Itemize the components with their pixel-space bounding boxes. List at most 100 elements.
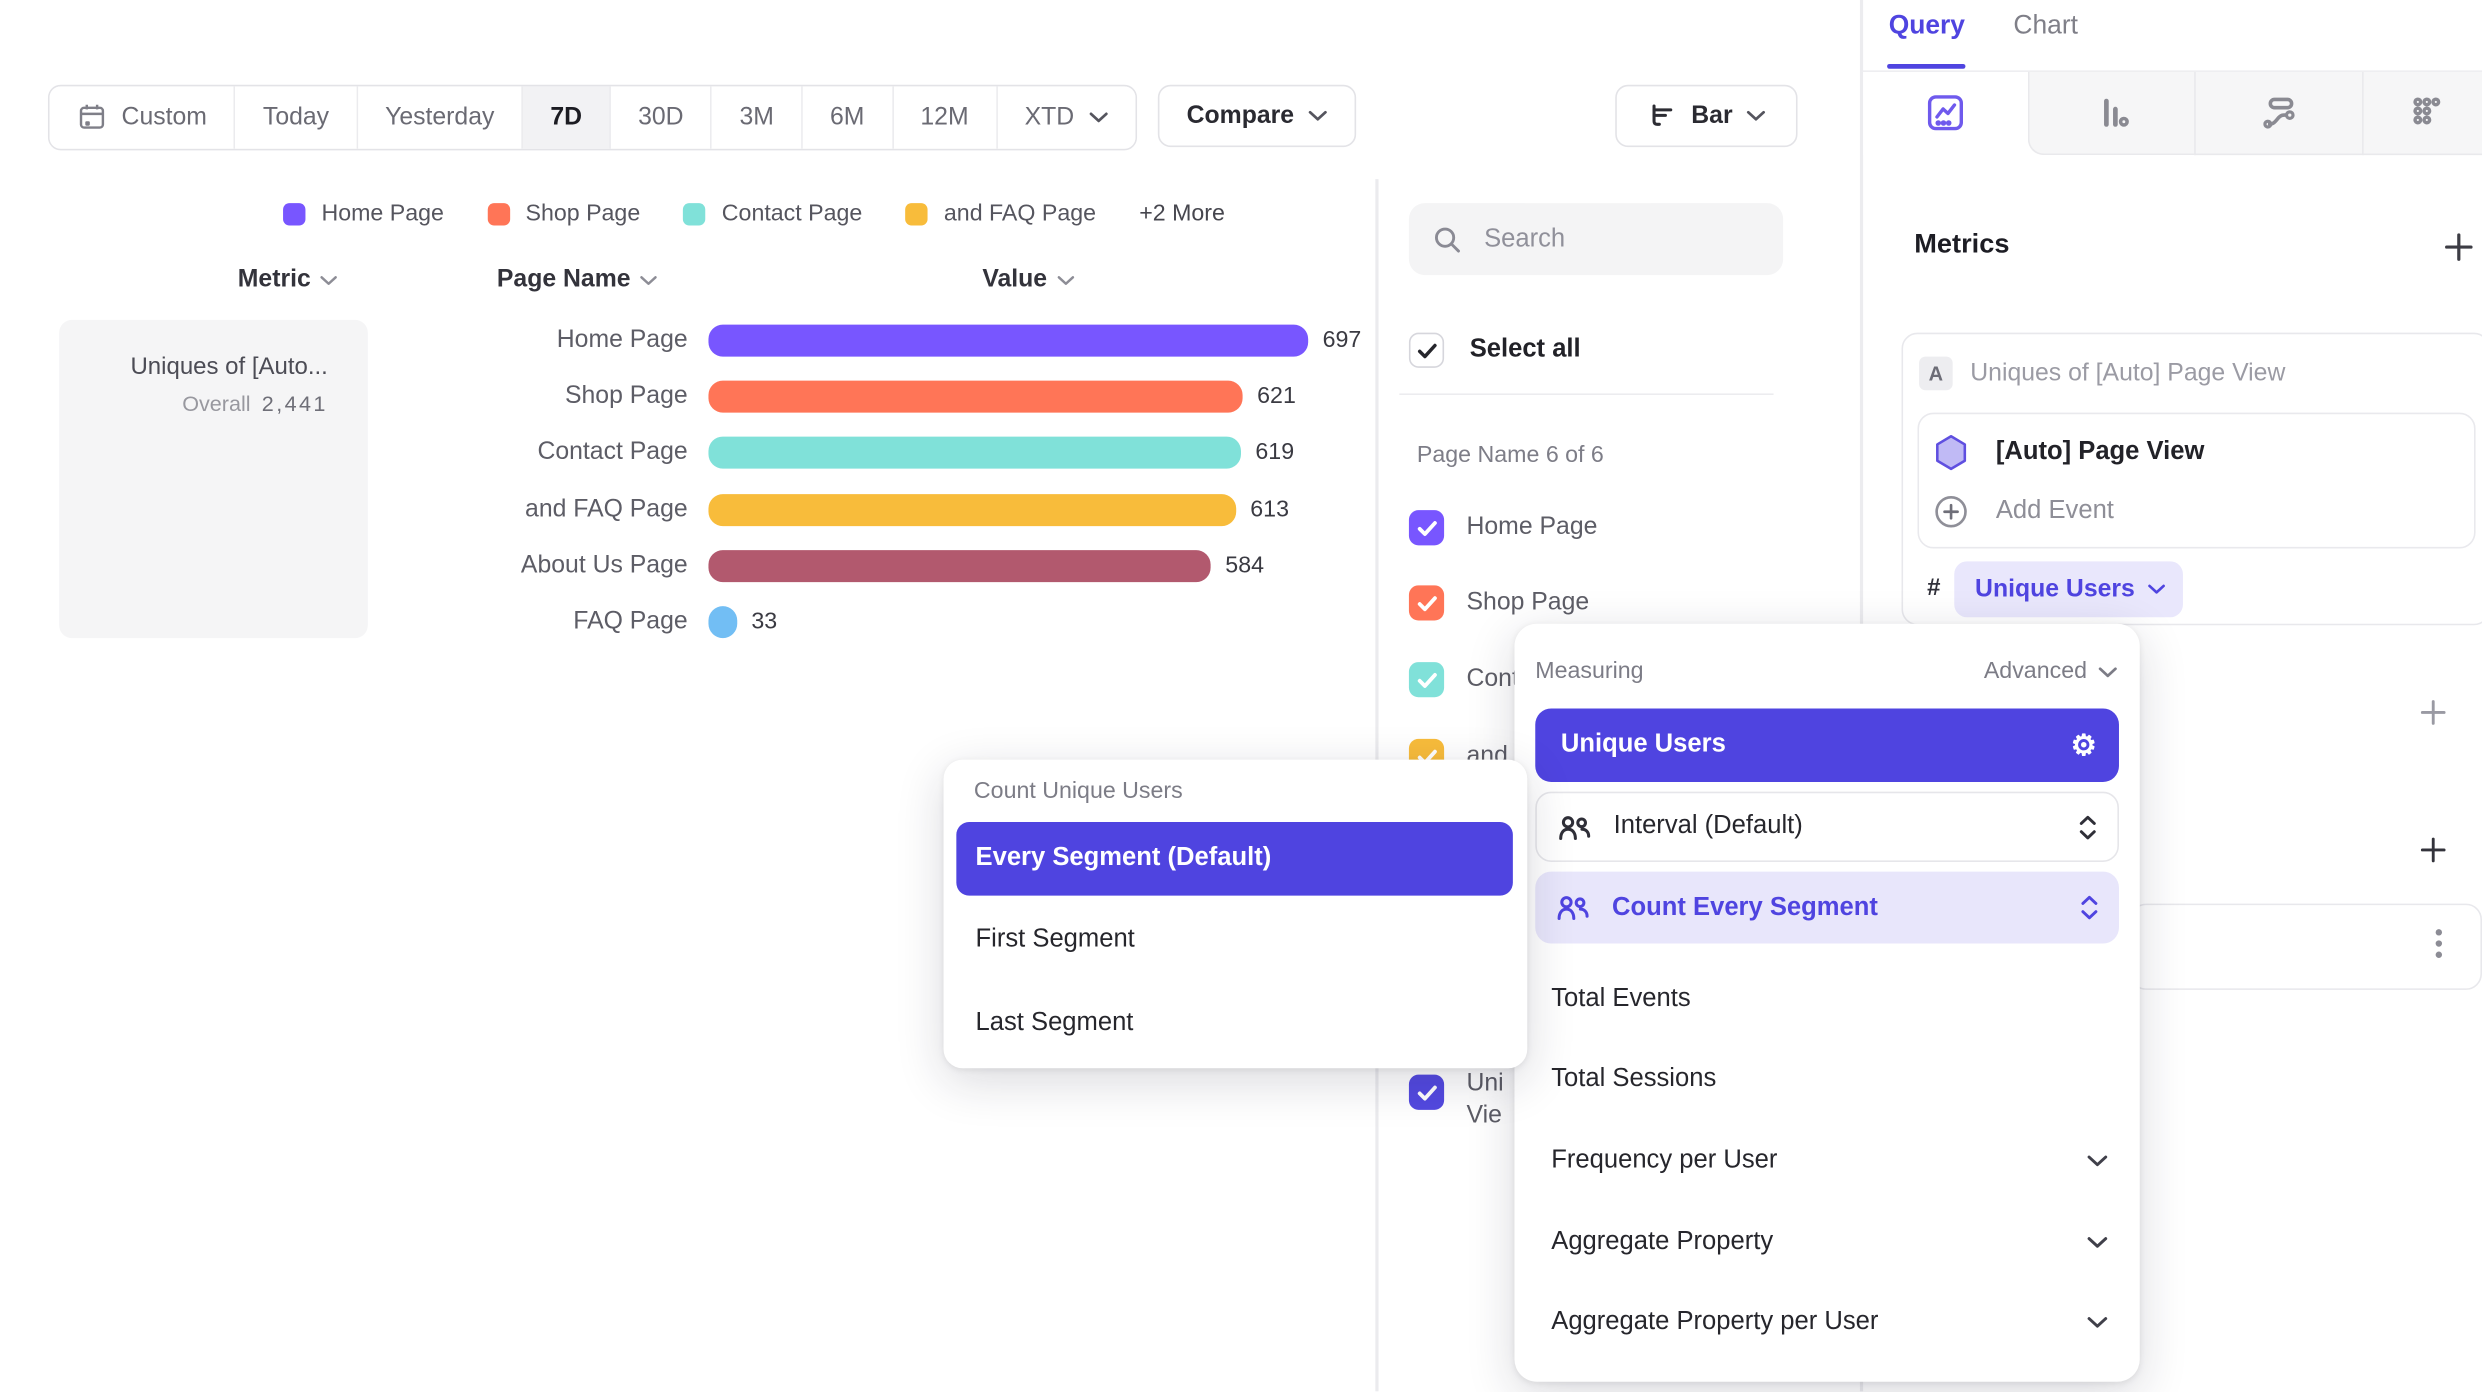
legend-item[interactable]: and FAQ Page xyxy=(906,202,1097,228)
date-range-3m[interactable]: 3M xyxy=(712,86,802,148)
bar-contact-page[interactable] xyxy=(708,437,1241,469)
calendar-icon xyxy=(77,102,107,132)
option-total-sessions[interactable]: Total Sessions xyxy=(1551,1065,1716,1094)
hexagon-icon xyxy=(1933,433,1968,471)
date-range-yesterday[interactable]: Yesterday xyxy=(358,86,523,148)
segment-checkbox-row[interactable]: Shop Page xyxy=(1409,585,1589,620)
metric-cell[interactable]: Uniques of [Auto... Overall2,441 xyxy=(59,320,368,638)
chevron-down-icon xyxy=(320,274,338,285)
chart-row: Home Page697 xyxy=(384,312,2143,368)
dots-grid-icon xyxy=(2404,90,2447,133)
bar-value: 619 xyxy=(1255,440,1294,466)
chevron-down-icon xyxy=(2098,666,2117,677)
measuring-title: Measuring xyxy=(1535,659,1643,685)
date-range-7d[interactable]: 7D xyxy=(523,86,611,148)
line-chart-icon xyxy=(1923,91,1966,134)
column-header-value[interactable]: Value xyxy=(956,265,1100,294)
breakdown-card[interactable] xyxy=(2130,904,2482,990)
chevron-down-icon xyxy=(2087,1236,2108,1249)
legend-item[interactable]: Shop Page xyxy=(487,202,640,228)
chevron-down-icon xyxy=(1089,112,1108,123)
horizontal-bar-chart-icon xyxy=(1647,101,1677,131)
metric-builder-title: Uniques of [Auto] Page View xyxy=(1970,360,2285,389)
bar-home-page[interactable] xyxy=(708,324,1308,356)
date-range-group: Custom Today Yesterday 7D 30D 3M 6M 12M … xyxy=(48,85,1137,151)
option-last-segment[interactable]: Last Segment xyxy=(976,1009,1134,1038)
date-range-30d[interactable]: 30D xyxy=(611,86,712,148)
divider xyxy=(1399,393,1773,395)
measuring-popover-header: Measuring Advanced xyxy=(1535,659,2117,685)
date-range-today[interactable]: Today xyxy=(236,86,358,148)
tab-query[interactable]: Query xyxy=(1889,11,1965,41)
gear-icon[interactable]: ⚙ xyxy=(2071,731,2097,760)
legend-item[interactable]: Home Page xyxy=(283,202,444,228)
add-event-button[interactable]: Add Event xyxy=(1933,494,2113,529)
measure-dropdown[interactable]: Unique Users xyxy=(1954,561,2183,617)
legend-item[interactable]: Contact Page xyxy=(683,202,862,228)
chart-row: and FAQ Page613 xyxy=(384,481,2143,537)
metric-builder-card[interactable]: A Uniques of [Auto] Page View [Auto] Pag… xyxy=(1901,333,2482,626)
checkbox-checked-icon[interactable] xyxy=(1409,585,1444,620)
measure-label: Unique Users xyxy=(1975,575,2135,604)
segment-search[interactable] xyxy=(1409,203,1783,275)
date-range-xtd[interactable]: XTD xyxy=(997,86,1135,148)
search-input[interactable] xyxy=(1481,223,1759,255)
checkbox-checked-icon[interactable] xyxy=(1409,510,1444,545)
add-event-label: Add Event xyxy=(1996,497,2114,526)
option-unique-users[interactable]: Unique Users ⚙ xyxy=(1535,708,2119,782)
option-aggregate-property[interactable]: Aggregate Property xyxy=(1551,1228,2108,1257)
segment-group-label: Page Name 6 of 6 xyxy=(1417,443,1604,469)
chart-row: Contact Page619 xyxy=(384,425,2143,481)
count-unique-users-popover: Count Unique Users Every Segment (Defaul… xyxy=(944,760,1528,1069)
checkbox-checked-icon[interactable] xyxy=(1409,1075,1444,1110)
chevron-down-icon xyxy=(1057,274,1075,285)
advanced-dropdown[interactable]: Advanced xyxy=(1984,659,2118,685)
bar-shop-page[interactable] xyxy=(708,381,1242,413)
add-breakdown-button[interactable] xyxy=(2420,836,2447,863)
add-filter-button[interactable] xyxy=(2420,699,2447,726)
segment-checkbox-row[interactable]: Home Page xyxy=(1409,510,1597,545)
date-range-custom[interactable]: Custom xyxy=(50,86,236,148)
circle-plus-icon xyxy=(1933,494,1968,529)
date-range-6m[interactable]: 6M xyxy=(803,86,893,148)
date-range-12m[interactable]: 12M xyxy=(893,86,997,148)
search-icon xyxy=(1431,223,1463,255)
measuring-popover: Measuring Advanced Unique Users ⚙ Interv… xyxy=(1514,624,2139,1382)
option-aggregate-property-per-user[interactable]: Aggregate Property per User xyxy=(1551,1308,2108,1337)
segment-checkbox-row[interactable]: UniVie xyxy=(1409,1075,1504,1131)
option-count-every-segment[interactable]: Count Every Segment xyxy=(1535,872,2119,944)
kebab-menu-icon[interactable] xyxy=(2435,924,2442,962)
bar-faq-page[interactable] xyxy=(708,607,736,639)
select-all-row[interactable]: Select all xyxy=(1409,333,1581,368)
chart-type-dropdown[interactable]: Bar xyxy=(1615,85,1797,147)
legend-swatch xyxy=(487,203,509,225)
date-range-label: Custom xyxy=(122,103,207,132)
select-all-checkbox[interactable] xyxy=(1409,333,1444,368)
chart-type-tab-insights[interactable] xyxy=(1862,71,2027,154)
option-frequency-per-user[interactable]: Frequency per User xyxy=(1551,1147,2108,1176)
legend-more-button[interactable]: +2 More xyxy=(1139,202,1225,228)
legend-swatch xyxy=(283,203,305,225)
chart-type-tab-retention[interactable] xyxy=(2362,71,2482,154)
bar-about-us-page[interactable] xyxy=(708,550,1210,582)
bar-value: 33 xyxy=(751,610,777,636)
column-header-page-name[interactable]: Page Name xyxy=(473,265,681,294)
bar-value: 584 xyxy=(1225,553,1264,579)
add-metric-button[interactable] xyxy=(2444,232,2474,262)
tab-chart[interactable]: Chart xyxy=(2013,11,2078,41)
compare-button[interactable]: Compare xyxy=(1158,85,1357,147)
option-total-events[interactable]: Total Events xyxy=(1551,985,1690,1014)
option-first-segment[interactable]: First Segment xyxy=(976,926,1135,955)
bar-chart: Home Page697 Shop Page 621 Contact Page61… xyxy=(384,312,2143,651)
event-row[interactable]: [Auto] Page View xyxy=(1933,433,2204,471)
legend-swatch xyxy=(683,203,705,225)
chart-type-tab-bar[interactable] xyxy=(2027,71,2194,154)
bar-value: 621 xyxy=(1257,384,1296,410)
option-every-segment-default[interactable]: Every Segment (Default) xyxy=(956,822,1513,896)
chart-type-tab-flow[interactable] xyxy=(2194,71,2362,154)
option-interval-default[interactable]: Interval (Default) xyxy=(1535,792,2119,862)
column-header-metric[interactable]: Metric xyxy=(208,265,368,294)
chevron-down-icon xyxy=(2148,584,2166,595)
bar-and-faq-page[interactable] xyxy=(708,494,1235,526)
checkbox-checked-icon[interactable] xyxy=(1409,662,1444,697)
